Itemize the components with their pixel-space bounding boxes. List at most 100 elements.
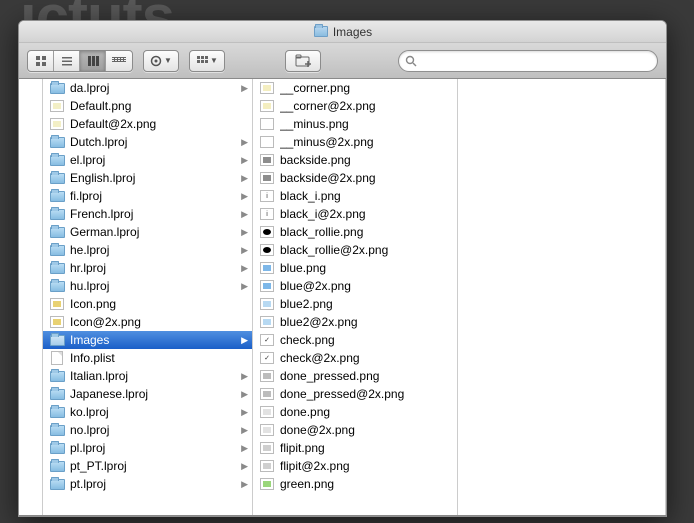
list-item[interactable]: blue2@2x.png — [253, 313, 457, 331]
file-label: check.png — [280, 333, 453, 347]
list-item[interactable]: da.lproj▶ — [43, 79, 252, 97]
list-item[interactable]: English.lproj▶ — [43, 169, 252, 187]
image-icon — [259, 225, 275, 239]
image-icon — [259, 387, 275, 401]
list-item[interactable]: ✓check@2x.png — [253, 349, 457, 367]
file-label: Info.plist — [70, 351, 248, 365]
list-item[interactable]: blue@2x.png — [253, 277, 457, 295]
list-item[interactable]: hu.lproj▶ — [43, 277, 252, 295]
list-item[interactable]: German.lproj▶ — [43, 223, 252, 241]
file-label: __minus@2x.png — [280, 135, 453, 149]
list-item[interactable]: black_rollie.png — [253, 223, 457, 241]
folder-icon — [49, 441, 65, 455]
column-2[interactable]: __corner.png __corner@2x.png __minus.png __… — [253, 79, 458, 516]
file-label: French.lproj — [70, 207, 248, 221]
image-icon — [259, 423, 275, 437]
list-item[interactable]: hr.lproj▶ — [43, 259, 252, 277]
list-item[interactable]: he.lproj▶ — [43, 241, 252, 259]
list-item[interactable]: Japanese.lproj▶ — [43, 385, 252, 403]
list-item[interactable]: pt.lproj▶ — [43, 475, 252, 493]
list-item[interactable]: ✓check.png — [253, 331, 457, 349]
file-label: done_pressed@2x.png — [280, 387, 453, 401]
folder-icon — [49, 477, 65, 491]
list-item[interactable]: no.lproj▶ — [43, 421, 252, 439]
list-item[interactable]: ko.lproj▶ — [43, 403, 252, 421]
folder-icon — [49, 171, 65, 185]
image-icon — [49, 117, 65, 131]
list-item[interactable]: Default.png — [43, 97, 252, 115]
list-item[interactable]: Icon.png — [43, 295, 252, 313]
list-item[interactable]: blue.png — [253, 259, 457, 277]
list-item[interactable]: French.lproj▶ — [43, 205, 252, 223]
folder-plus-icon — [295, 54, 311, 67]
image-icon — [259, 405, 275, 419]
search-input[interactable] — [421, 54, 651, 68]
list-item[interactable]: __minus@2x.png — [253, 133, 457, 151]
chevron-right-icon: ▶ — [241, 191, 248, 202]
list-item[interactable]: Info.plist — [43, 349, 252, 367]
file-label: Japanese.lproj — [70, 387, 248, 401]
list-item[interactable]: done_pressed.png — [253, 367, 457, 385]
list-item[interactable]: done.png — [253, 403, 457, 421]
file-label: hu.lproj — [70, 279, 248, 293]
list-item[interactable]: done_pressed@2x.png — [253, 385, 457, 403]
list-item[interactable]: __corner.png — [253, 79, 457, 97]
list-item[interactable]: iblack_i.png — [253, 187, 457, 205]
folder-icon — [49, 135, 65, 149]
list-item[interactable]: backside@2x.png — [253, 169, 457, 187]
view-icon-button[interactable] — [28, 51, 54, 71]
file-label: __corner@2x.png — [280, 99, 453, 113]
list-item[interactable]: black_rollie@2x.png — [253, 241, 457, 259]
list-item[interactable]: iblack_i@2x.png — [253, 205, 457, 223]
folder-icon — [49, 225, 65, 239]
view-coverflow-button[interactable] — [106, 51, 132, 71]
file-label: green.png — [280, 477, 453, 491]
view-column-button[interactable] — [80, 51, 106, 71]
list-item[interactable]: Icon@2x.png — [43, 313, 252, 331]
file-label: pl.lproj — [70, 441, 248, 455]
column-1[interactable]: da.lproj▶Default.pngDefault@2x.pngDutch.… — [43, 79, 253, 516]
arrange-menu-button[interactable]: ▼ — [189, 50, 225, 72]
list-item[interactable]: fi.lproj▶ — [43, 187, 252, 205]
list-item[interactable]: Dutch.lproj▶ — [43, 133, 252, 151]
list-item[interactable]: done@2x.png — [253, 421, 457, 439]
list-item[interactable]: backside.png — [253, 151, 457, 169]
action-menu-button[interactable]: ▼ — [143, 50, 179, 72]
column-0[interactable] — [19, 79, 43, 516]
list-item[interactable]: flipit@2x.png — [253, 457, 457, 475]
chevron-right-icon: ▶ — [241, 245, 248, 256]
chevron-right-icon: ▶ — [241, 407, 248, 418]
titlebar[interactable]: Images — [19, 21, 666, 43]
file-label: Images — [70, 333, 248, 347]
file-label: fi.lproj — [70, 189, 248, 203]
list-item[interactable]: Default@2x.png — [43, 115, 252, 133]
list-item[interactable]: pt_PT.lproj▶ — [43, 457, 252, 475]
file-label: flipit@2x.png — [280, 459, 453, 473]
image-icon — [259, 243, 275, 257]
file-label: backside@2x.png — [280, 171, 453, 185]
file-label: black_i@2x.png — [280, 207, 453, 221]
list-item[interactable]: pl.lproj▶ — [43, 439, 252, 457]
image-icon — [49, 315, 65, 329]
list-item[interactable]: green.png — [253, 475, 457, 493]
list-item[interactable]: __minus.png — [253, 115, 457, 133]
list-item[interactable]: Images▶ — [43, 331, 252, 349]
image-icon — [259, 99, 275, 113]
file-label: Icon.png — [70, 297, 248, 311]
list-item[interactable]: Italian.lproj▶ — [43, 367, 252, 385]
new-folder-button[interactable] — [285, 50, 321, 72]
list-item[interactable]: flipit.png — [253, 439, 457, 457]
search-field[interactable] — [398, 50, 658, 72]
file-label: done_pressed.png — [280, 369, 453, 383]
image-icon — [259, 441, 275, 455]
folder-icon — [49, 207, 65, 221]
list-item[interactable]: el.lproj▶ — [43, 151, 252, 169]
file-label: he.lproj — [70, 243, 248, 257]
list-item[interactable]: blue2.png — [253, 295, 457, 313]
file-label: da.lproj — [70, 81, 248, 95]
file-label: Italian.lproj — [70, 369, 248, 383]
list-item[interactable]: __corner@2x.png — [253, 97, 457, 115]
chevron-right-icon: ▶ — [241, 173, 248, 184]
view-list-button[interactable] — [54, 51, 80, 71]
image-icon — [49, 99, 65, 113]
